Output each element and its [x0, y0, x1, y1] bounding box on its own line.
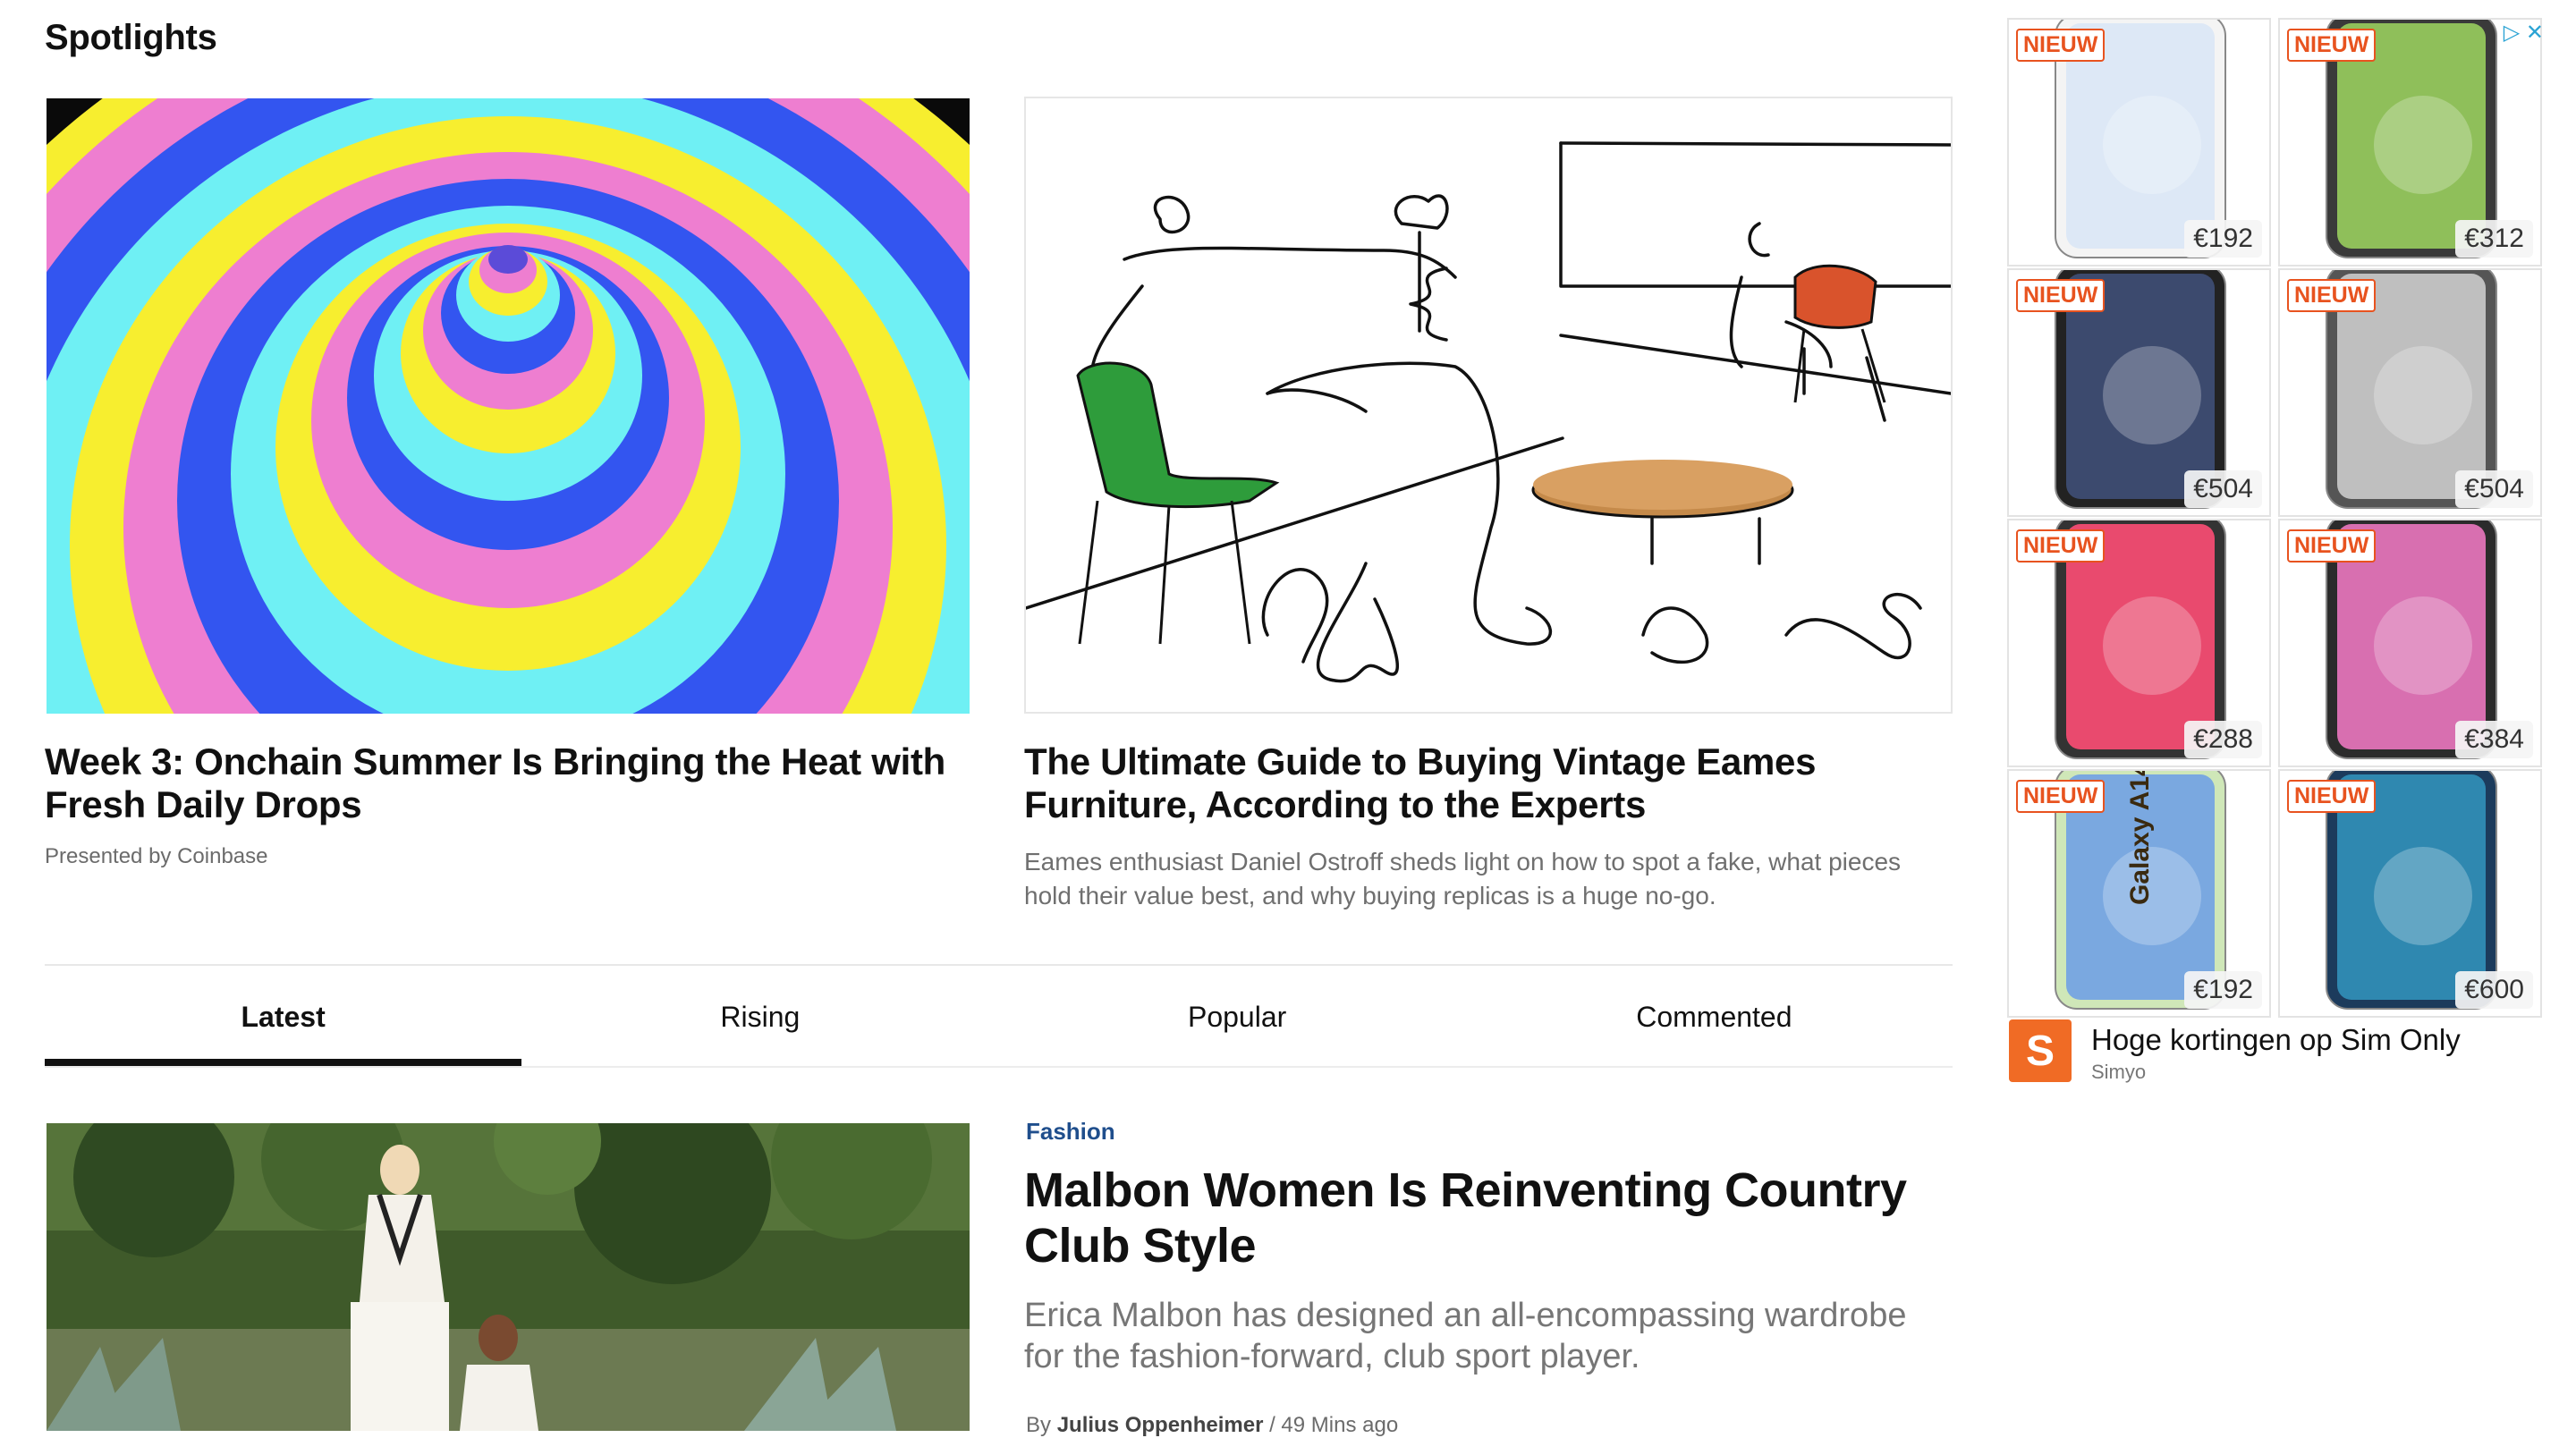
ad-product-tile[interactable]: Galaxy A14 5G NIEUW €192 — [2007, 769, 2271, 1018]
simyo-logo: S — [2009, 1019, 2072, 1082]
price-tag: €192 — [2184, 220, 2262, 258]
eames-illustration — [1026, 98, 1951, 712]
ad-product-tile[interactable]: NIEUW €600 — [2278, 769, 2542, 1018]
price-tag: €600 — [2455, 971, 2533, 1009]
ad-product-tile[interactable]: NIEUW €192 — [2007, 18, 2271, 266]
new-badge: NIEUW — [2287, 279, 2377, 312]
price-tag: €504 — [2184, 470, 2262, 508]
timestamp: / 49 Mins ago — [1269, 1413, 1399, 1437]
close-icon[interactable]: ✕ — [2526, 21, 2544, 45]
ad-sponsor: Simyo — [2091, 1061, 2147, 1083]
ad-product-tile[interactable]: NIEUW €504 — [2007, 268, 2271, 517]
price-tag: €384 — [2455, 721, 2533, 758]
ad-title[interactable]: Hoge kortingen op Sim Only — [2091, 1023, 2461, 1057]
spotlight-description-eames: Eames enthusiast Daniel Ostroff sheds li… — [1024, 848, 1902, 909]
spotlight-title-onchain[interactable]: Week 3: Onchain Summer Is Bringing the H… — [45, 740, 975, 826]
ad-controls: ▷ ✕ — [2504, 20, 2544, 46]
feature-image-malbon[interactable] — [47, 1123, 970, 1431]
new-badge: NIEUW — [2287, 529, 2377, 563]
spotlight-title-eames[interactable]: The Ultimate Guide to Buying Vintage Eam… — [1024, 740, 1959, 826]
ad-product-tile[interactable]: NIEUW €504 — [2278, 268, 2542, 517]
product-grid: NIEUW €192 NIEUW €312 NIEUW €504 NIEUW €504 NIEU… — [2007, 18, 2542, 1018]
price-tag: €192 — [2184, 971, 2262, 1009]
new-badge: NIEUW — [2016, 529, 2106, 563]
new-badge: NIEUW — [2287, 780, 2377, 813]
section-divider — [45, 964, 1953, 966]
section-title: Spotlights — [45, 18, 217, 57]
tabs-divider — [45, 1066, 1953, 1068]
ad-product-tile[interactable]: NIEUW €312 — [2278, 18, 2542, 266]
spotlight-image-eames[interactable] — [1024, 97, 1953, 714]
byline-prefix: By — [1026, 1413, 1052, 1437]
new-badge: NIEUW — [2287, 29, 2377, 62]
tab-latest[interactable]: Latest — [45, 968, 522, 1066]
spotlight-sponsor: Presented by Coinbase — [45, 844, 268, 868]
author-link[interactable]: Julius Oppenheimer — [1057, 1413, 1264, 1437]
new-badge: NIEUW — [2016, 279, 2106, 312]
tab-popular[interactable]: Popular — [999, 968, 1476, 1066]
feature-description: Erica Malbon has designed an all-encompa… — [1024, 1297, 1907, 1375]
ad-footer[interactable]: S Hoge kortingen op Sim Only Simyo — [2007, 1018, 2544, 1089]
new-badge: NIEUW — [2016, 29, 2106, 62]
garden-photo — [47, 1123, 970, 1431]
new-badge: NIEUW — [2016, 780, 2106, 813]
ad-product-tile[interactable]: NIEUW €288 — [2007, 519, 2271, 767]
price-tag: €288 — [2184, 721, 2262, 758]
tab-commented[interactable]: Commented — [1476, 968, 1953, 1066]
category-label[interactable]: Fashion — [1026, 1118, 1115, 1146]
concentric-rings-art — [47, 98, 970, 714]
feed-tabs: Latest Rising Popular Commented — [45, 968, 1953, 1066]
ad-choices-icon[interactable]: ▷ — [2504, 21, 2520, 45]
price-tag: €504 — [2455, 470, 2533, 508]
advertisement[interactable]: ▷ ✕ NIEUW €192 NIEUW €312 NIEUW €504 NIEUW €504… — [2007, 18, 2544, 1100]
ad-product-tile[interactable]: NIEUW €384 — [2278, 519, 2542, 767]
byline: By Julius Oppenheimer / 49 Mins ago — [1026, 1413, 1398, 1438]
spotlight-image-onchain[interactable] — [47, 98, 970, 714]
feature-title[interactable]: Malbon Women Is Reinventing Country Club… — [1024, 1163, 1959, 1273]
tab-rising[interactable]: Rising — [521, 968, 998, 1066]
price-tag: €312 — [2455, 220, 2533, 258]
phone-model-label: Galaxy A14 5G — [2125, 769, 2155, 905]
